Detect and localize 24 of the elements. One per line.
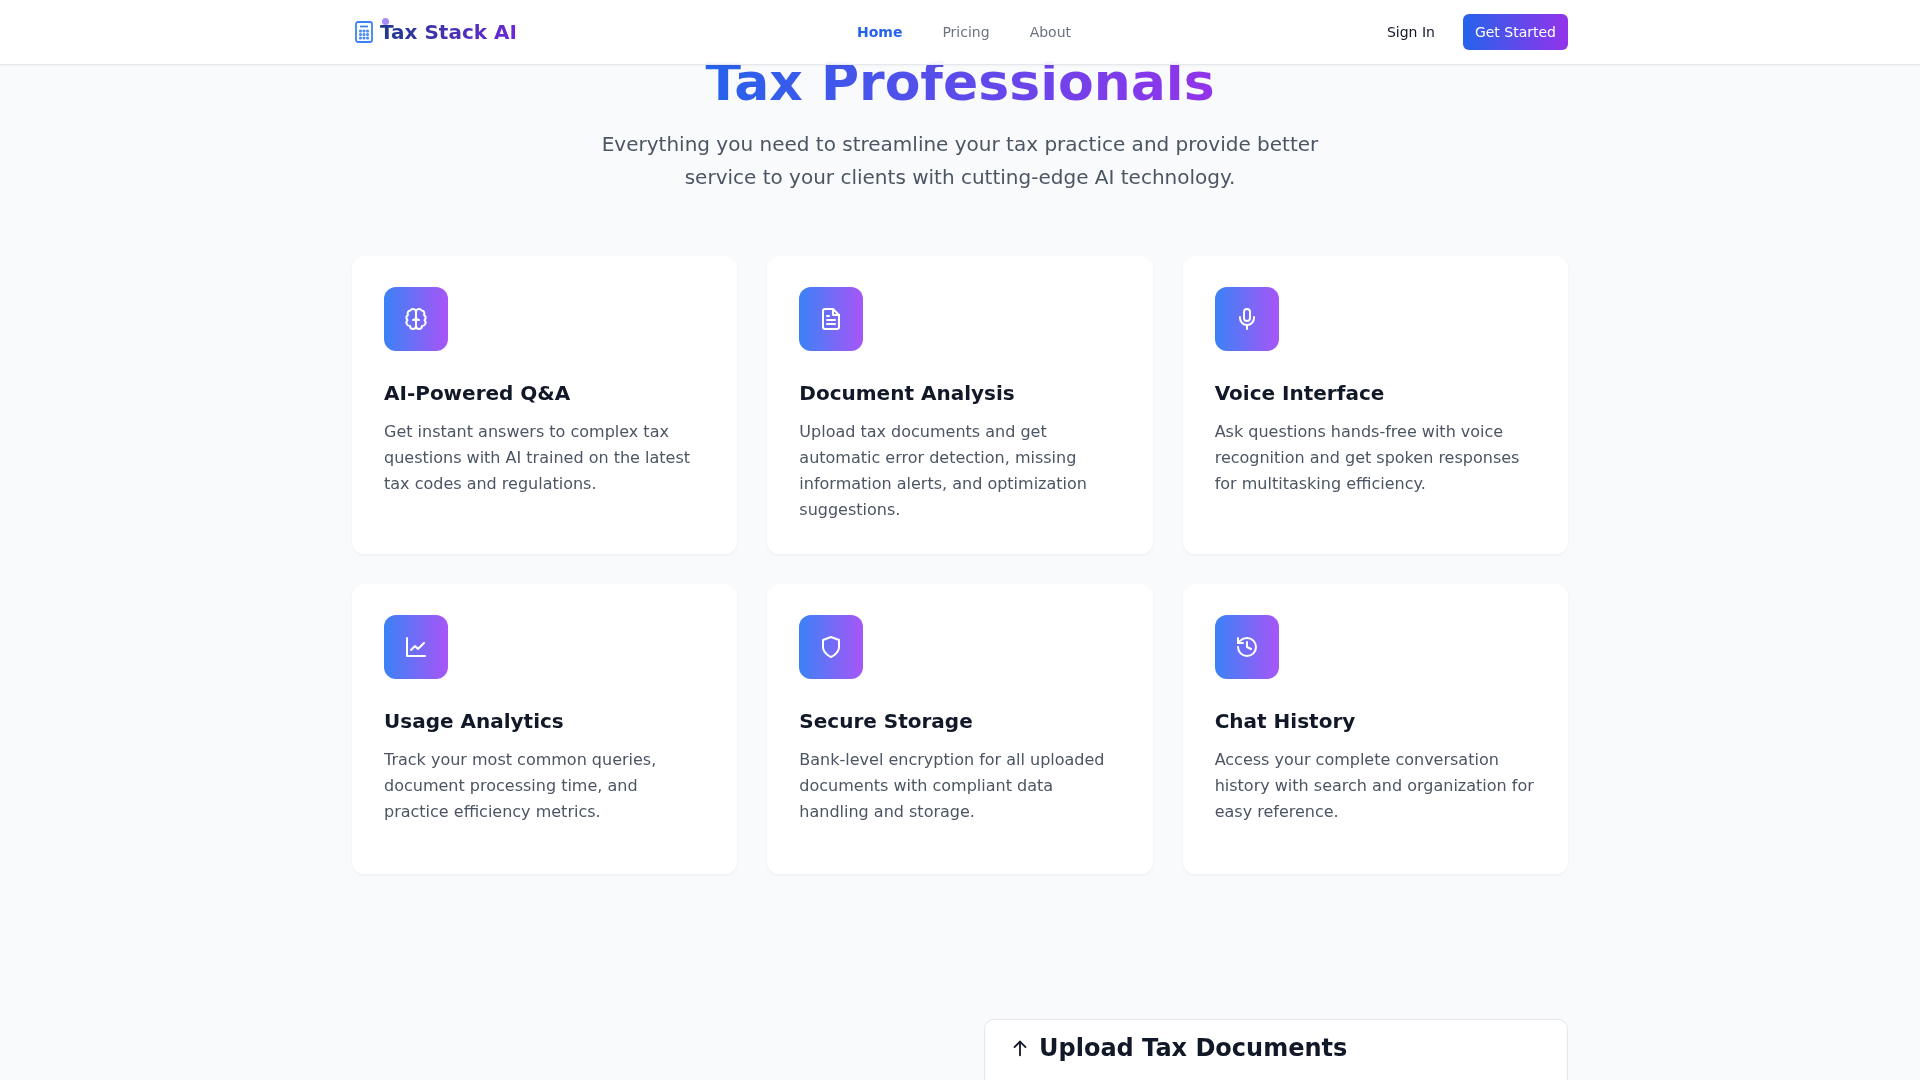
feature-title: Secure Storage [799, 708, 974, 735]
calculator-icon [354, 20, 374, 44]
feature-description: Get instant answers to complex tax questions with AI trained on the latest tax codes and regulations. [384, 421, 691, 495]
feature-title: AI-Powered Q&A [384, 380, 572, 407]
feature-title: Usage Analytics [384, 708, 565, 735]
history-icon [1234, 635, 1259, 659]
feature-title: Document Analysis [799, 380, 1016, 407]
hero-subtitle: Everything you need to streamline your tax practice and provide better service to your clients with cutting-edge AI technology. [600, 131, 1320, 191]
feature-title: Voice Interface [1214, 380, 1386, 407]
status-dot [382, 18, 389, 25]
feature-title: Chat History [1214, 708, 1357, 735]
nav-link[interactable]: Pricing [942, 24, 990, 40]
nav-link[interactable]: Home [857, 24, 903, 40]
sign-in-link[interactable]: Sign In [1386, 24, 1435, 40]
brain-icon [404, 307, 428, 331]
get-started-button[interactable]: Get Started [1462, 14, 1568, 50]
line-chart-icon [404, 635, 428, 659]
nav-link[interactable]: About [1029, 24, 1072, 40]
feature-description: Bank-level encryption for all uploaded documents with compliant data handling and storage. [799, 749, 1106, 823]
feature-description: Track your most common queries, document processing time, and practice efficiency metrics. [384, 749, 658, 823]
feature-description: Ask questions hands-free with voice recognition and get spoken responses for multitasking efficiency. [1214, 421, 1521, 495]
feature-description: Access your complete conversation history with search and organization for easy reference. [1214, 749, 1535, 823]
feature-description: Upload tax documents and get automatic error detection, missing information alerts, and optimization suggestions. [799, 421, 1088, 521]
upload-title: Upload Tax Documents [1039, 1034, 1348, 1062]
